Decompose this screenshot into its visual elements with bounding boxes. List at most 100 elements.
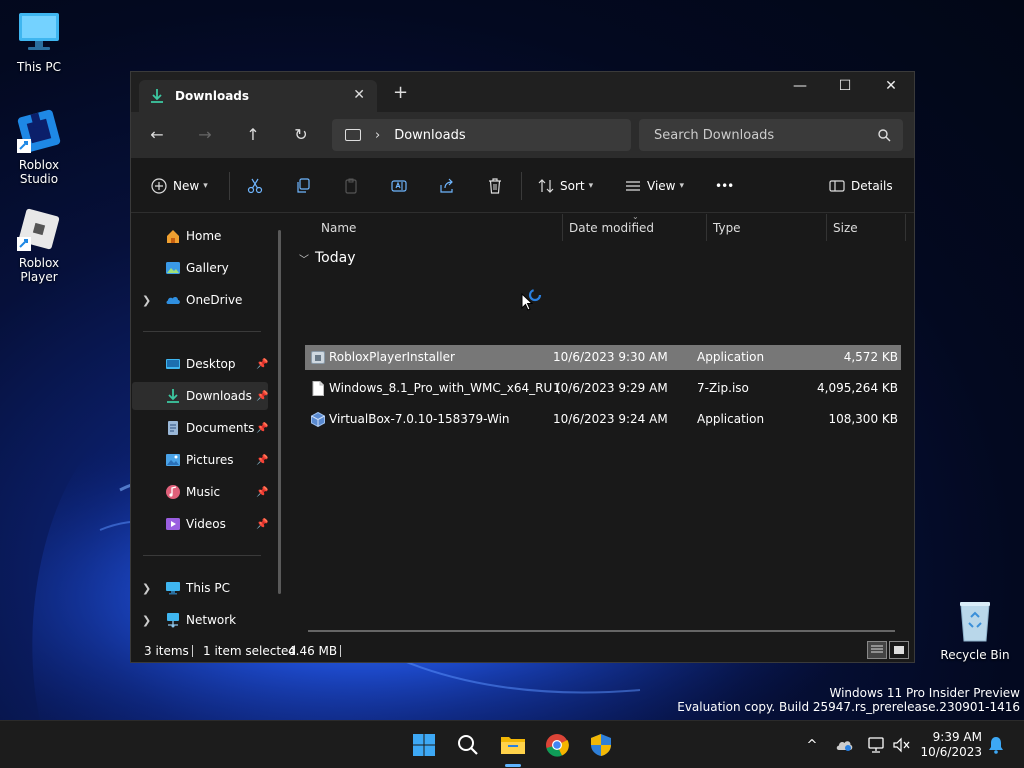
more-options-button[interactable]: ••• <box>715 158 734 213</box>
minimize-button[interactable]: — <box>777 72 823 100</box>
file-name: RobloxPlayerInstaller <box>329 350 455 364</box>
maximize-button[interactable]: ☐ <box>822 72 868 100</box>
sidebar-item-home[interactable]: Home <box>132 222 268 250</box>
share-button[interactable] <box>439 158 455 213</box>
system-clock[interactable]: 9:39 AM 10/6/2023 <box>920 730 982 760</box>
column-divider[interactable] <box>706 214 707 241</box>
sidebar-item-downloads[interactable]: Downloads 📌 <box>132 382 268 410</box>
sidebar-item-network[interactable]: ❯ Network <box>132 606 268 634</box>
copy-icon <box>297 177 310 193</box>
group-header-today[interactable]: ﹀ Today <box>299 250 356 266</box>
desktop-icon-roblox-player[interactable]: Roblox Player <box>0 205 78 284</box>
tray-overflow-chevron-icon[interactable]: ^ <box>802 735 822 755</box>
delete-button[interactable] <box>487 158 503 213</box>
monitor-icon <box>15 9 63 57</box>
column-header-name[interactable]: Name <box>321 214 561 241</box>
search-input[interactable]: Search Downloads <box>654 128 878 143</box>
file-row[interactable]: Windows_8.1_Pro_with_WMC_x64_RU (1).... … <box>305 376 901 401</box>
title-bar: Downloads ✕ + — ☐ ✕ <box>131 72 914 112</box>
close-button[interactable]: ✕ <box>868 72 914 100</box>
sidebar-item-label: OneDrive <box>186 293 243 307</box>
file-date: 10/6/2023 9:30 AM <box>553 350 668 364</box>
tab-close-button[interactable]: ✕ <box>353 87 365 103</box>
view-button[interactable]: View ▾ <box>625 158 684 213</box>
sidebar-item-videos[interactable]: Videos 📌 <box>132 510 268 538</box>
column-header-size[interactable]: Size <box>833 214 903 241</box>
column-divider[interactable] <box>905 214 906 241</box>
back-button[interactable]: ← <box>145 124 169 146</box>
monitor-icon <box>166 582 180 595</box>
watermark-line-2: Evaluation copy. Build 25947.rs_prerelea… <box>677 700 1020 714</box>
new-tab-button[interactable]: + <box>393 84 408 102</box>
sidebar-scrollbar[interactable] <box>278 230 281 594</box>
start-button[interactable] <box>408 729 440 761</box>
column-header-type[interactable]: Type <box>713 214 823 241</box>
sidebar-item-gallery[interactable]: Gallery <box>132 254 268 282</box>
file-row[interactable]: VirtualBox-7.0.10-158379-Win 10/6/2023 9… <box>305 407 901 432</box>
paste-button[interactable] <box>343 158 359 213</box>
tray-network-icon[interactable] <box>866 735 886 755</box>
file-row[interactable]: RobloxPlayerInstaller 10/6/2023 9:30 AM … <box>305 345 901 370</box>
sidebar-item-onedrive[interactable]: ❯ OneDrive <box>132 286 268 314</box>
sidebar-item-pictures[interactable]: Pictures 📌 <box>132 446 268 474</box>
tiles-view-button[interactable] <box>889 641 909 659</box>
sidebar-item-documents[interactable]: Documents 📌 <box>132 414 268 442</box>
sidebar-item-this-pc[interactable]: ❯ This PC <box>132 574 268 602</box>
details-view-button[interactable] <box>867 641 887 659</box>
sort-button[interactable]: Sort ▾ <box>538 158 593 213</box>
gallery-icon <box>166 262 180 274</box>
scissors-icon <box>247 178 263 193</box>
breadcrumb[interactable]: Downloads <box>394 128 465 143</box>
forward-button[interactable]: → <box>193 124 217 146</box>
taskbar-chrome[interactable] <box>541 729 573 761</box>
tab-downloads[interactable]: Downloads ✕ <box>139 80 377 112</box>
desktop-icon-this-pc[interactable]: This PC <box>0 9 78 74</box>
tray-volume-muted-icon[interactable] <box>892 735 912 755</box>
details-pane-button[interactable]: Details <box>829 158 893 213</box>
status-divider <box>340 645 341 657</box>
taskbar-file-explorer[interactable] <box>497 729 529 767</box>
tray-onedrive-icon[interactable] <box>834 735 854 755</box>
monitor-icon <box>345 129 361 141</box>
cloud-icon <box>836 741 853 751</box>
sidebar-item-desktop[interactable]: Desktop 📌 <box>132 350 268 378</box>
address-bar[interactable]: › Downloads <box>332 119 631 151</box>
sidebar-item-music[interactable]: Music 📌 <box>132 478 268 506</box>
breadcrumb-chevron: › <box>375 127 381 143</box>
chevron-right-icon[interactable]: ❯ <box>142 582 151 595</box>
clock-time: 9:39 AM <box>932 730 982 744</box>
details-label: Details <box>851 178 893 193</box>
desktop-icon-recycle-bin[interactable]: Recycle Bin <box>936 597 1014 662</box>
search-icon <box>878 128 891 141</box>
sidebar-item-label: Network <box>186 613 237 627</box>
column-divider[interactable] <box>826 214 827 241</box>
column-header-date[interactable]: Date modified <box>569 214 704 241</box>
busy-spinner-icon <box>528 288 542 302</box>
search-button[interactable] <box>452 729 484 761</box>
file-explorer-window: Downloads ✕ + — ☐ ✕ ← → ↑ ↻ › Downloads … <box>130 71 915 663</box>
navigation-bar: ← → ↑ ↻ › Downloads Search Downloads <box>131 112 914 158</box>
chevron-right-icon[interactable]: ❯ <box>142 294 151 307</box>
status-bar: 3 items 1 item selected 4.46 MB <box>131 640 914 662</box>
cut-button[interactable] <box>247 158 263 213</box>
chevron-down-icon: ▾ <box>679 180 685 191</box>
copy-button[interactable] <box>295 158 311 213</box>
toolbar-divider <box>521 172 522 200</box>
shield-icon <box>591 734 611 756</box>
new-button[interactable]: New ▾ <box>151 158 208 213</box>
list-view-icon <box>626 180 640 191</box>
search-box[interactable]: Search Downloads <box>639 119 903 151</box>
taskbar-security[interactable] <box>585 729 617 761</box>
horizontal-scrollbar[interactable] <box>308 630 895 632</box>
pin-icon: 📌 <box>256 454 269 466</box>
navigation-pane: Home Gallery ❯ OneDrive Desktop 📌 Downlo… <box>131 214 289 634</box>
column-divider[interactable] <box>562 214 563 241</box>
up-button[interactable]: ↑ <box>241 124 265 146</box>
refresh-button[interactable]: ↻ <box>289 124 313 146</box>
sidebar-divider <box>143 331 261 332</box>
chevron-right-icon[interactable]: ❯ <box>142 614 151 627</box>
notification-bell-icon[interactable] <box>986 735 1006 755</box>
rename-button[interactable] <box>391 158 407 213</box>
desktop-icon-roblox-studio[interactable]: Roblox Studio <box>0 107 78 186</box>
file-list: Name ⌄ Date modified Type Size ﹀ Today R… <box>289 212 914 634</box>
